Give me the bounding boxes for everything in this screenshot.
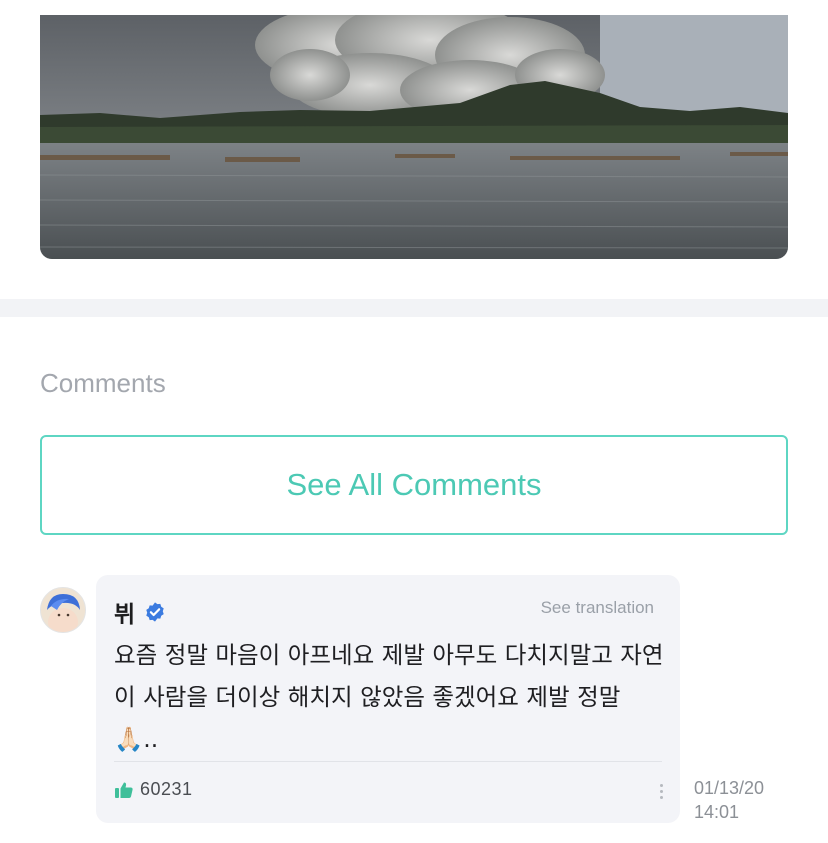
comment-author[interactable]: 뷔 — [114, 595, 166, 629]
like-button[interactable]: 60231 — [114, 779, 193, 800]
verified-badge-icon — [144, 601, 166, 623]
section-divider — [0, 299, 828, 317]
comment-divider — [114, 761, 662, 762]
comment-card: 뷔 See translation 요즘 정말 마음이 아프네요 제발 아무도 … — [96, 575, 680, 823]
see-all-comments-button[interactable]: See All Comments — [40, 435, 788, 535]
author-name[interactable]: 뷔 — [114, 595, 135, 629]
comment-timestamp: 01/13/20 14:01 — [694, 776, 764, 824]
volcano-photo — [40, 15, 788, 259]
thumbs-up-icon — [114, 780, 134, 800]
comment-date: 01/13/20 — [694, 778, 765, 798]
see-translation-link[interactable]: See translation — [541, 598, 654, 618]
more-vertical-icon[interactable] — [658, 781, 664, 803]
avatar-image — [41, 588, 85, 632]
post-photo[interactable] — [40, 15, 788, 259]
comment-time: 14:01 — [694, 802, 740, 822]
comments-heading: Comments — [40, 368, 166, 398]
like-count: 60231 — [140, 779, 193, 799]
comment-text: 요즘 정말 마음이 아프네요 제발 아무도 다치지말고 자연이 사람을 더이상 … — [114, 641, 664, 753]
avatar[interactable] — [40, 587, 86, 633]
